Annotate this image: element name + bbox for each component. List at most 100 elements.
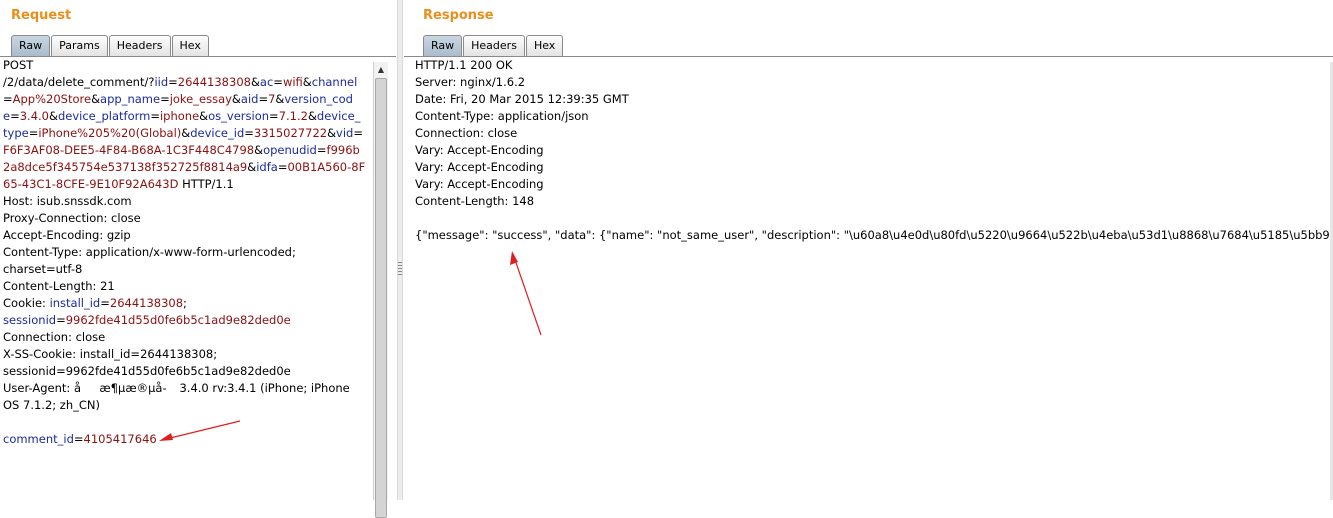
arrow-to-success [510,251,542,336]
param-value: App%20Store [12,92,92,106]
param-name: device_platform [57,109,151,123]
request-line: OS 7.1.2; zh_CN) [3,397,371,414]
param-name: os_version [208,109,270,123]
request-text: & [48,109,58,123]
request-text: /2/data/delete_comment/? [3,75,155,89]
request-line: =App%20Store&app_name=joke_essay&aid=7&v… [3,91,371,108]
request-text: = [168,75,178,89]
request-tab-hex[interactable]: Hex [171,35,209,56]
param-name: iid [154,75,169,89]
param-value: f996b [326,143,360,157]
request-text: = [353,126,363,140]
response-line: Vary: Accept-Encoding [415,160,544,174]
param-name: ac [259,75,274,89]
request-text: Content-Length: 21 [3,279,115,293]
response-line: HTTP/1.1 200 OK [415,58,513,72]
request-text: charset=utf-8 [3,262,83,276]
request-text: = [3,92,13,106]
param-name: vid [336,126,354,140]
param-value: wifi [282,75,303,89]
response-line: Vary: Accept-Encoding [415,143,544,157]
param-name: sessionid [3,313,57,327]
param-value: 2644138308 [177,75,251,89]
request-text: & [302,75,312,89]
request-body-editor[interactable]: POST/2/data/delete_comment/?iid=26441383… [3,57,371,448]
request-tab-params[interactable]: Params [51,35,108,56]
request-text: User-Agent: åæ¶µæ®µå- 3.4.0 rv:3.4.1 … [3,381,350,395]
request-text: = [273,75,283,89]
response-line: Vary: Accept-Encoding [415,177,544,191]
param-name: idfa [256,160,278,174]
param-value: 3315027722 [253,126,328,140]
split-divider[interactable] [397,0,403,500]
request-line: Connection: close [3,329,371,346]
request-line: /2/data/delete_comment/?iid=2644138308&a… [3,74,371,91]
request-tab-headers[interactable]: Headers [108,35,171,56]
request-text: = [160,92,170,106]
response-tabs: Raw Headers Hex [423,35,564,57]
request-line: 65-43C1-8CFE-9E10F92A643D HTTP/1.1 [3,176,371,193]
param-value: 2644138308 [109,296,184,310]
request-text: = [73,432,84,446]
request-line: Proxy-Connection: close [3,210,371,227]
response-tab-hex[interactable]: Hex [525,35,564,56]
param-name: type [3,126,29,140]
param-value: F6F3AF08-DEE5-4F84-B68A-1C3F448C4798 [3,143,255,157]
request-text: = [316,143,327,157]
param-name: device_id [190,126,245,140]
request-text: Accept-Encoding: gzip [3,228,131,242]
request-text: & [254,143,264,157]
param-value: iPhone%205%20(Global) [38,126,182,140]
param-value: 2a8dce5f345754e537138f352725f8814a9 [3,160,248,174]
param-value: iphone [159,109,200,123]
request-line: sessionid=9962fde41d55d0fe6b5c1ad9e82ded… [3,363,371,380]
param-value: 00B1A560-8F [287,160,366,174]
response-line: Content-Type: application/json [415,109,589,123]
param-value: 4105417646 [83,432,157,446]
request-tabs: Raw Params Headers Hex [11,35,210,57]
request-line: charset=utf-8 [3,261,371,278]
response-line: Date: Fri, 20 Mar 2015 12:39:35 GMT [415,92,629,106]
param-value: 3.4.0 [19,109,49,123]
param-name: device_ [316,109,361,123]
request-line: 2a8dce5f345754e537138f352725f8814a9&idfa… [3,159,371,176]
request-title: Request [11,8,72,23]
request-text: = [244,126,254,140]
request-scrollbar[interactable]: ▲ [373,62,388,518]
param-name: aid [240,92,259,106]
request-text: & [199,109,209,123]
response-tab-headers[interactable]: Headers [463,35,525,56]
request-text: & [91,92,101,106]
param-name: version_cod [284,92,353,106]
request-tab-raw[interactable]: Raw [11,35,51,56]
request-text: sessionid=9962fde41d55d0fe6b5c1ad9e82ded… [3,364,291,378]
response-tab-raw[interactable]: Raw [423,35,463,56]
request-text: = [100,296,110,310]
param-value: joke_essay [169,92,232,106]
request-line: POST [3,57,371,74]
response-body-editor[interactable]: HTTP/1.1 200 OK Server: nginx/1.6.2 Date: … [415,57,1333,244]
request-text: OS 7.1.2; zh_CN) [3,398,100,412]
request-text: & [247,160,257,174]
scroll-thumb[interactable] [375,78,387,518]
request-text: = [269,109,279,123]
request-text: & [327,126,337,140]
request-line: type=iPhone%205%20(Global)&device_id=331… [3,125,371,142]
request-text: HTTP/1.1 [178,177,234,191]
request-text: Host: isub.snssdk.com [3,194,132,208]
request-text: ; [183,296,187,310]
request-line: F6F3AF08-DEE5-4F84-B68A-1C3F448C4798&ope… [3,142,371,159]
param-name: comment_id [3,432,74,446]
param-value: 7.1.2 [278,109,308,123]
param-name: app_name [100,92,161,106]
response-line: {"message": "success", "data": {"name": … [415,228,1333,242]
response-title: Response [423,8,494,23]
request-text: Cookie: [3,296,50,310]
scroll-up-arrow-icon[interactable]: ▲ [374,62,388,76]
request-text: = [150,109,160,123]
request-line [3,414,371,431]
request-text: & [231,92,241,106]
request-line: X-SS-Cookie: install_id=2644138308; [3,346,371,363]
request-text: = [10,109,20,123]
response-line: Server: nginx/1.6.2 [415,75,526,89]
